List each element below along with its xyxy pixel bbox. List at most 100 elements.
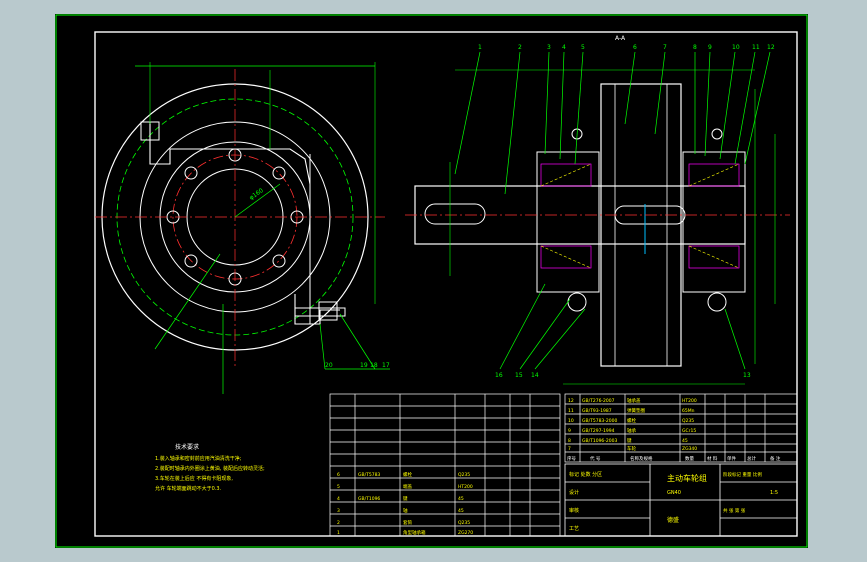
part-name: 轴承盖: [627, 397, 641, 404]
shaft-keyway-left: [424, 203, 486, 225]
title-row: 工艺: [569, 526, 579, 532]
tech-note-line: 允许 车轮端面跳动不大于0.3.: [155, 485, 222, 492]
leader-line: [339, 313, 376, 370]
parts-header: 序号 代 号 名称及规格 数量 材 料 单件 总计 备 注: [567, 455, 781, 462]
part-mat: HT200: [458, 484, 473, 490]
header-cell: 材 料: [707, 455, 718, 462]
callout-2: 2: [518, 44, 522, 51]
part-mat: 45: [682, 438, 688, 444]
callout-6: 6: [633, 44, 637, 51]
part-no: 8: [568, 438, 571, 444]
part-mat: Q235: [458, 472, 470, 478]
part-mat: GCr15: [682, 428, 696, 434]
part-name: 端盖: [403, 483, 412, 490]
part-mat: Q235: [458, 520, 470, 526]
part-mat: HT200: [682, 398, 697, 404]
header-cell: 名称及规格: [630, 455, 653, 462]
part-no: 3: [337, 508, 340, 514]
tech-notes: 技术要求 1.装入轴承和密封前应用汽油清洗干净; 2.装配时轴承内外圈涂上黄油,…: [155, 443, 265, 492]
callout-16: 16: [495, 372, 503, 379]
wheel-body: [600, 83, 682, 367]
part-no: 2: [337, 520, 340, 526]
callout-1: 1: [478, 44, 482, 51]
callout-3: 3: [547, 44, 551, 51]
leader-line: [544, 51, 550, 155]
part-mat: ZG270: [458, 530, 473, 536]
leader-line: [719, 51, 736, 160]
part-mat: 45: [458, 508, 464, 514]
tech-note-line: 2.装配时轴承内外圈涂上黄油, 装配后应转动灵活;: [155, 465, 265, 472]
tech-note-line: 1.装入轴承和密封前应用汽油清洗干净;: [155, 455, 242, 462]
header-cell: 序号: [567, 455, 576, 462]
callout-20: 20: [325, 362, 333, 369]
callout-12: 12: [767, 44, 775, 51]
leader-line: [154, 253, 221, 350]
parts-table-left-frame: [329, 393, 561, 537]
part-code: GB/T1096: [358, 496, 380, 502]
header-cell: 单件: [727, 455, 736, 462]
hidden-line: [688, 163, 740, 187]
callout-14: 14: [531, 372, 539, 379]
leader-line: [559, 51, 565, 160]
part-name: 轴: [403, 507, 408, 514]
part-mat: Q235: [682, 418, 694, 424]
parts-list-right: [564, 393, 798, 463]
leader-line: [654, 51, 666, 135]
bolt-hole: [272, 166, 286, 180]
part-name: 螺栓: [403, 471, 412, 478]
end-view: φ160 20 19 18 17: [95, 62, 390, 394]
housing-outline: [149, 122, 311, 185]
sheet-number: 共 张 第 张: [723, 507, 746, 514]
part-name: 键: [403, 495, 408, 502]
part-no: 9: [568, 428, 571, 434]
part-no: 6: [337, 472, 340, 478]
bolt-section: [707, 292, 727, 312]
part-code: GB/T297-1994: [582, 428, 615, 434]
drawing-code: GN40: [667, 490, 681, 496]
header-cell: 总计: [747, 455, 756, 462]
dim-label: φ160: [248, 187, 265, 202]
drawing-sheet: φ160 20 19 18 17 A-A 1 2 3 4 5 6 7 8 9 1…: [55, 14, 808, 548]
part-code: GB/T5783: [358, 472, 380, 478]
part-code: GB/T5783-2000: [582, 418, 618, 424]
part-mat: 65Mn: [682, 408, 695, 414]
stage-header: 阶段标记 重量 比例: [723, 471, 762, 478]
leader-line: [519, 298, 571, 370]
section-view: A-A 1 2 3 4 5 6 7 8 9 10 11 12 16 15 14 …: [405, 35, 790, 385]
wheel-web: [614, 83, 668, 367]
bearing-housing-left: [536, 151, 600, 293]
part-name: 弹簧垫圈: [627, 407, 645, 414]
part-name: 轴承: [627, 427, 636, 434]
header-cell: 代 号: [590, 455, 601, 462]
title-row: 标记 处数 分区: [569, 471, 602, 478]
part-no: 11: [568, 408, 574, 414]
part-no: 1: [337, 530, 340, 536]
leader-line: [454, 51, 481, 175]
hidden-line: [688, 245, 740, 269]
header-cell: 数量: [685, 455, 694, 462]
part-mat: 45: [458, 496, 464, 502]
callout-7: 7: [663, 44, 667, 51]
callout-5: 5: [581, 44, 585, 51]
leader-line: [534, 308, 586, 370]
header-cell: 备 注: [770, 455, 781, 462]
part-code: GB/T93-1987: [582, 408, 612, 414]
leader-line: [704, 51, 711, 157]
hidden-line: [540, 163, 592, 187]
callout-4: 4: [562, 44, 566, 51]
callout-9: 9: [708, 44, 712, 51]
title-row: 审核: [569, 507, 579, 514]
hidden-line: [540, 245, 592, 269]
part-name: 套筒: [403, 519, 412, 526]
cad-drawing: φ160 20 19 18 17 A-A 1 2 3 4 5 6 7 8 9 1…: [55, 14, 808, 548]
callout-8: 8: [693, 44, 697, 51]
part-name: 键: [627, 437, 632, 444]
callout-17: 17: [382, 362, 390, 369]
callout-18: 18: [370, 362, 378, 369]
bolt-section: [711, 128, 723, 140]
part-code: GB/T1096-2003: [582, 438, 618, 444]
drawing-title: 主动车轮组: [667, 473, 707, 483]
part-name: 角型轴承箱: [403, 529, 426, 536]
part-mat: ZG340: [682, 446, 697, 452]
callout-19: 19: [360, 362, 368, 369]
